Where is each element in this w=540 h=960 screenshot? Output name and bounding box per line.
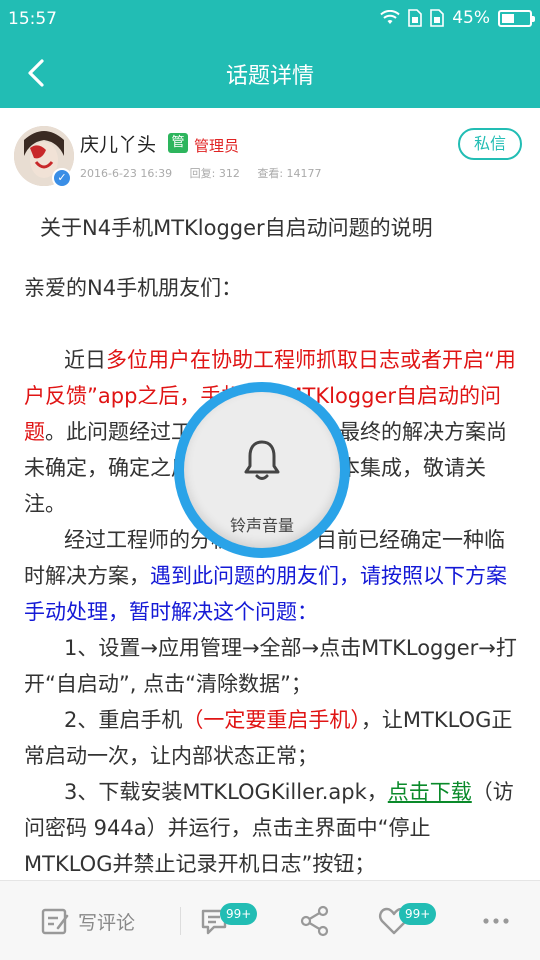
- status-time: 15:57: [8, 9, 57, 29]
- comments-count-badge: 99+: [220, 903, 258, 925]
- view-count: 查看: 14177: [257, 167, 322, 180]
- highlight-red-text: （一定要重启手机）: [182, 708, 361, 732]
- write-comment-button[interactable]: 写评论: [40, 881, 135, 960]
- volume-overlay: 铃声音量: [174, 382, 350, 558]
- private-message-button[interactable]: 私信: [458, 128, 522, 160]
- status-bar: 15:57 45%: [0, 0, 540, 38]
- post-date: 2016-6-23 16:39: [80, 167, 173, 180]
- article-heading: 关于N4手机MTKlogger自启动问题的说明: [40, 216, 433, 240]
- post-meta: 2016-6-23 16:39 回复: 312 查看: 14177: [80, 165, 336, 181]
- battery-icon: [498, 9, 535, 27]
- bottom-bar: 写评论 99+ 99+: [0, 880, 540, 960]
- page-title: 话题详情: [225, 64, 314, 89]
- bell-icon: [244, 440, 280, 480]
- header-bar: 话题详情: [0, 38, 540, 108]
- divider: [180, 907, 181, 935]
- article-greeting: 亲爱的N4手机朋友们：: [24, 276, 243, 300]
- battery-percent: 45%: [452, 8, 490, 28]
- share-button[interactable]: [299, 881, 331, 960]
- more-dots-icon: [483, 918, 509, 924]
- download-link[interactable]: 点击下载: [388, 780, 472, 804]
- wifi-icon: [380, 10, 400, 24]
- author-role: 管理员: [194, 137, 240, 155]
- author-name[interactable]: 庆儿丫头: [80, 130, 156, 157]
- volume-label: 铃声音量: [229, 516, 294, 535]
- write-comment-label: 写评论: [78, 911, 136, 934]
- sim-card-icon: [408, 9, 423, 27]
- share-icon: [300, 905, 329, 937]
- step-1: 1、设置→应用管理→全部→点击MTKLogger→打开“自启动”, 点击“清除数…: [24, 636, 517, 696]
- reply-count: 回复: 312: [189, 167, 240, 180]
- battery-fill: [502, 13, 514, 23]
- likes-count-badge: 99+: [399, 903, 437, 925]
- verified-icon: ✓: [52, 168, 72, 188]
- more-button[interactable]: [483, 881, 509, 960]
- sim-card-icon: [430, 9, 445, 27]
- admin-badge: 管: [168, 133, 188, 153]
- edit-icon: [41, 908, 69, 935]
- author-row: ✓ 庆儿丫头 管 管理员 2016-6-23 16:39 回复: 312 查看:…: [0, 108, 540, 188]
- step-3: 3、下载安装MTKLOGKiller.apk，点击下载（访问密码 944a）并运…: [24, 780, 514, 876]
- step-2: 2、重启手机（一定要重启手机），让MTKLOG正常启动一次，让内部状态正常；: [24, 708, 513, 768]
